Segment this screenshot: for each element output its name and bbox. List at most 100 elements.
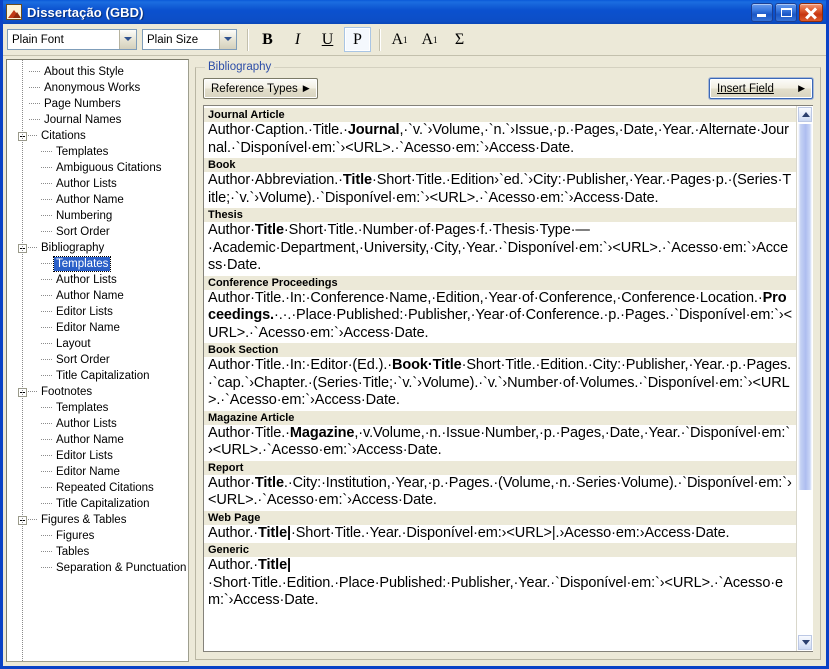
sidebar-item-numbering[interactable]: Numbering [7, 208, 188, 224]
template-definition[interactable]: Author·Caption.·Title.·Journal,·`v.`›Vol… [208, 122, 793, 158]
template-definition[interactable]: Author·Title.·In:·Conference·Name,·Editi… [208, 290, 793, 344]
groupbox-legend: Bibliography [205, 60, 275, 74]
sidebar-item-sort-order[interactable]: Sort Order [7, 224, 188, 240]
italic-button[interactable]: I [284, 27, 311, 52]
sidebar-item-author-lists[interactable]: Author Lists [7, 272, 188, 288]
sidebar-item-label: Figures [56, 530, 95, 542]
sidebar-item-label: Author Name [56, 290, 124, 302]
sidebar-item-templates[interactable]: Templates [7, 256, 188, 272]
tree-connector [28, 391, 37, 393]
close-button[interactable] [799, 2, 823, 22]
tree-connector [41, 535, 52, 537]
chevron-down-icon[interactable] [119, 30, 136, 49]
minimize-button[interactable] [751, 2, 773, 22]
template-type-header: Report [204, 460, 796, 475]
sidebar-item-author-name[interactable]: Author Name [7, 192, 188, 208]
window-title: Dissertação (GBD) [27, 4, 144, 20]
template-definition[interactable]: Author·Title.·City:·Institution,·Year,·p… [208, 475, 793, 511]
sidebar-item-editor-lists[interactable]: Editor Lists [7, 448, 188, 464]
minimize-icon [757, 13, 766, 17]
sidebar-item-citations[interactable]: Citations [7, 128, 188, 144]
style-document-icon [6, 4, 22, 20]
scrollbar-thumb[interactable] [797, 123, 813, 491]
tree-connector [41, 407, 52, 409]
template-type-header: Thesis [204, 208, 796, 222]
sidebar-item-label: Anonymous Works [44, 82, 141, 94]
sidebar-item-author-name[interactable]: Author Name [7, 288, 188, 304]
tree-connector [41, 551, 52, 553]
tree-connector [41, 263, 52, 265]
template-definition[interactable]: Author·Title.·Magazine,·v.Volume,·n.·Iss… [208, 425, 793, 461]
template-type-header: Book Section [204, 343, 796, 357]
templates-scrollbar[interactable] [796, 106, 813, 651]
sidebar-item-footnotes[interactable]: Footnotes [7, 384, 188, 400]
sidebar-item-author-lists[interactable]: Author Lists [7, 176, 188, 192]
template-definition[interactable]: Author.·Title|·Short·Title.·Year.·Dispon… [208, 525, 793, 544]
sidebar-item-journal-names[interactable]: Journal Names [7, 112, 188, 128]
sidebar-item-sort-order[interactable]: Sort Order [7, 352, 188, 368]
insert-field-label: Insert Field [717, 82, 774, 95]
sidebar-item-editor-lists[interactable]: Editor Lists [7, 304, 188, 320]
sidebar-item-label: Templates [52, 256, 112, 272]
sidebar-item-layout[interactable]: Layout [7, 336, 188, 352]
sidebar-item-anonymous-works[interactable]: Anonymous Works [7, 80, 188, 96]
template-definition[interactable]: Author·Title·Short·Title.·Number·of·Page… [208, 222, 793, 276]
sidebar-item-label: Separation & Punctuation [56, 562, 187, 574]
tree-connector [41, 231, 52, 233]
sidebar-item-repeated-citations[interactable]: Repeated Citations [7, 480, 188, 496]
chevron-down-icon[interactable] [219, 30, 236, 49]
tree-connector [41, 279, 52, 281]
underline-button[interactable]: U [314, 27, 341, 52]
sidebar-item-figures[interactable]: Figures [7, 528, 188, 544]
scroll-up-arrow-icon[interactable] [797, 106, 813, 123]
insert-field-button[interactable]: Insert Field ▶ [709, 78, 813, 99]
template-definition[interactable]: Author.·Title|·Short·Title.·Edition.·Pla… [208, 557, 793, 611]
size-select[interactable]: Plain Size [142, 29, 237, 50]
sidebar-item-about-this-style[interactable]: About this Style [7, 64, 188, 80]
templates-text[interactable]: Journal Article Author·Caption.·Title.·Jo… [204, 106, 796, 651]
subscript-mark: 1 [433, 34, 438, 45]
sidebar-item-author-name[interactable]: Author Name [7, 432, 188, 448]
sidebar-item-templates[interactable]: Templates [7, 400, 188, 416]
templates-editor[interactable]: Journal Article Author·Caption.·Title.·Jo… [203, 105, 813, 652]
sidebar-item-label: Editor Lists [56, 450, 113, 462]
sidebar-item-ambiguous-citations[interactable]: Ambiguous Citations [7, 160, 188, 176]
sidebar-item-label: Title Capitalization [56, 370, 150, 382]
style-editor-window: Dissertação (GBD) Plain Font Plain Size … [0, 0, 829, 669]
formatting-toolbar: Plain Font Plain Size B I U P A1 A1 Σ [3, 24, 826, 56]
sidebar-item-page-numbers[interactable]: Page Numbers [7, 96, 188, 112]
reference-types-button[interactable]: Reference Types ▶ [203, 78, 318, 99]
sidebar-item-tables[interactable]: Tables [7, 544, 188, 560]
sidebar-item-label: Footnotes [41, 386, 93, 398]
window-controls [751, 2, 823, 22]
sidebar-item-templates[interactable]: Templates [7, 144, 188, 160]
sidebar-item-editor-name[interactable]: Editor Name [7, 320, 188, 336]
plain-button[interactable]: P [344, 27, 371, 52]
sidebar-item-figures-tables[interactable]: Figures & Tables [7, 512, 188, 528]
bold-button[interactable]: B [254, 27, 281, 52]
sidebar-item-bibliography[interactable]: Bibliography [7, 240, 188, 256]
scroll-down-arrow-icon[interactable] [797, 634, 813, 651]
scrollbar-track[interactable] [797, 123, 813, 634]
sidebar-item-author-lists[interactable]: Author Lists [7, 416, 188, 432]
tree-guideline [22, 60, 23, 661]
style-settings-tree[interactable]: About this Style Anonymous Works Page Numb… [6, 59, 189, 662]
sidebar-item-label: Page Numbers [44, 98, 121, 110]
template-definition[interactable]: Author·Title.·In:·Editor·(Ed.).·Book·Tit… [208, 357, 793, 411]
sigma-button[interactable]: Σ [446, 27, 473, 52]
template-definition[interactable]: Author·Abbreviation.·Title·Short·Title.·… [208, 172, 793, 208]
superscript-button[interactable]: A1 [386, 27, 413, 52]
template-type-header: Magazine Article [204, 410, 796, 425]
maximize-button[interactable] [775, 2, 797, 22]
sidebar-item-title-capitalization[interactable]: Title Capitalization [7, 368, 188, 384]
sidebar-item-label: Layout [56, 338, 91, 350]
font-select[interactable]: Plain Font [7, 29, 137, 50]
sidebar-item-editor-name[interactable]: Editor Name [7, 464, 188, 480]
sidebar-item-separation-punctuation[interactable]: Separation & Punctuation [7, 560, 188, 576]
superscript-base: A [391, 30, 404, 48]
tree-connector [41, 343, 52, 345]
sidebar-item-label: Journal Names [44, 114, 122, 126]
subscript-button[interactable]: A1 [416, 27, 443, 52]
superscript-mark: 1 [403, 34, 408, 45]
sidebar-item-title-capitalization[interactable]: Title Capitalization [7, 496, 188, 512]
